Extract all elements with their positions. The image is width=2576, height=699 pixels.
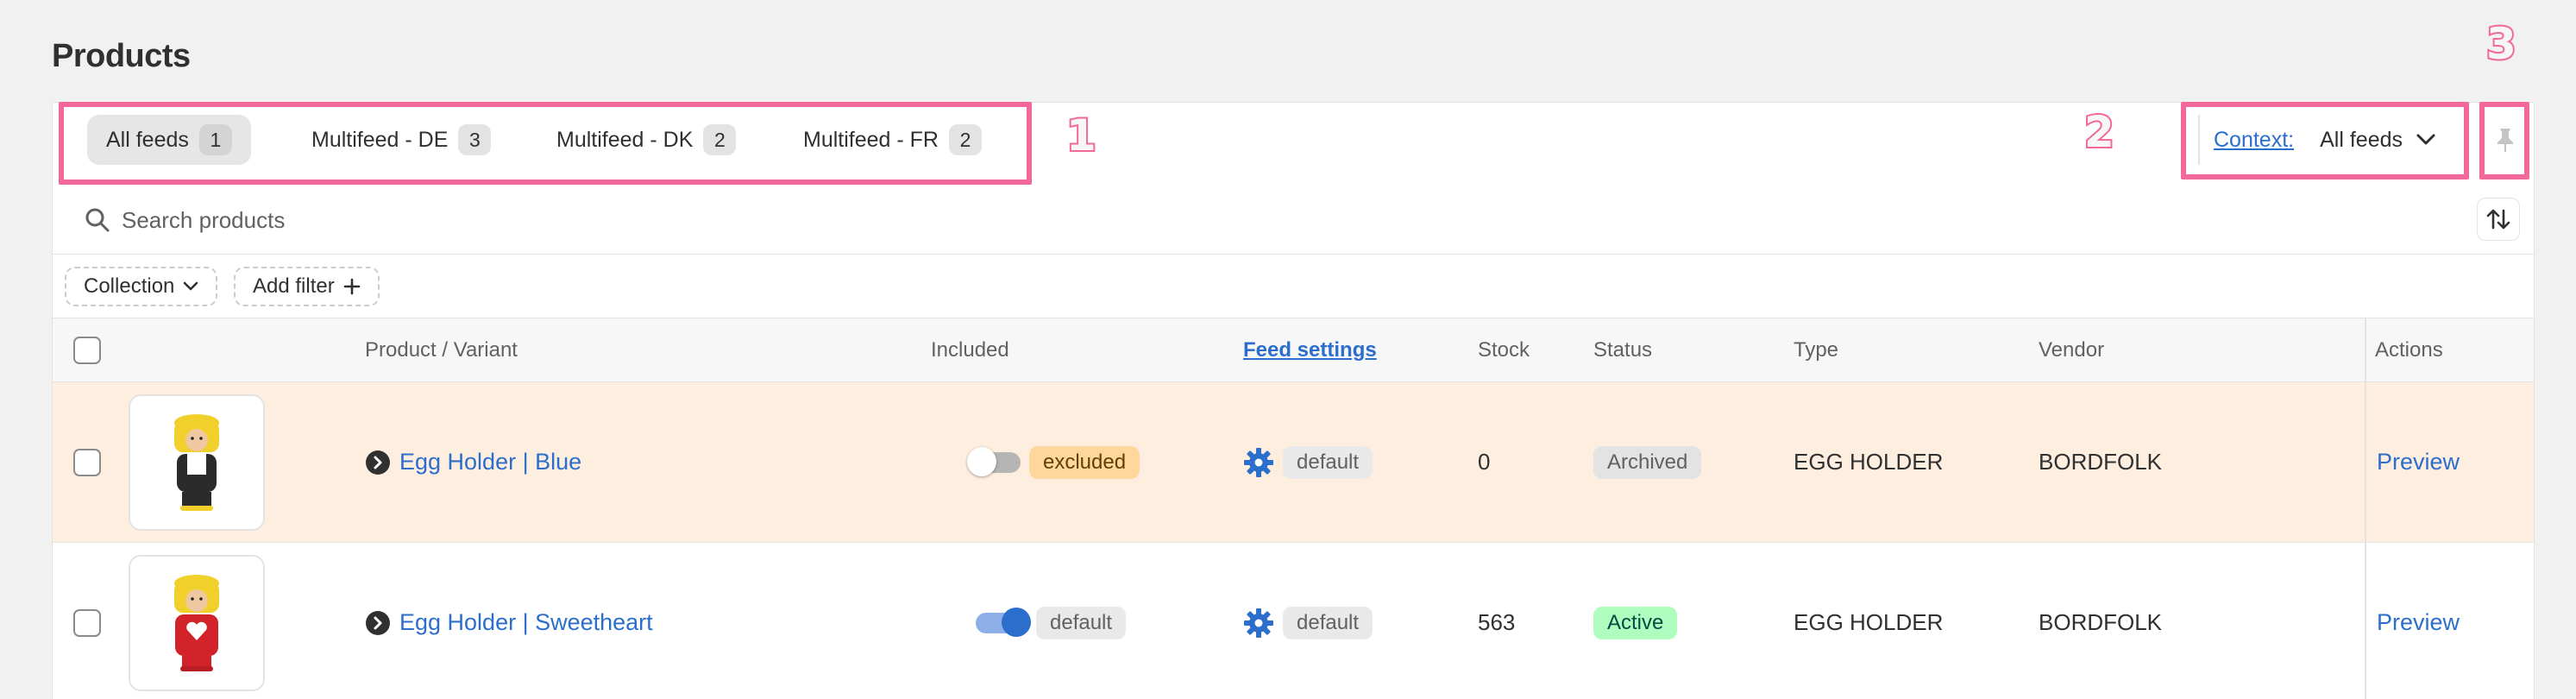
add-filter-button[interactable]: Add filter — [234, 267, 380, 306]
table-header: Product / Variant Included Feed settings… — [53, 318, 2534, 382]
chevron-down-icon — [184, 281, 198, 291]
search-row — [53, 186, 2534, 255]
search-input[interactable] — [122, 199, 2365, 241]
header-stock: Stock — [1478, 338, 1530, 362]
context-selector: Context: All feeds — [2198, 115, 2451, 165]
included-badge: default — [1036, 606, 1127, 639]
toggle-knob — [1002, 607, 1031, 637]
included-toggle[interactable] — [967, 446, 1021, 476]
preview-link[interactable]: Preview — [2377, 609, 2460, 636]
header-product: Product / Variant — [365, 338, 518, 362]
tab-multifeed-dk[interactable]: Multifeed - DK 2 — [537, 115, 755, 165]
context-link[interactable]: Context: — [2214, 128, 2294, 153]
table-row[interactable]: Egg Holder | Sweetheart default default … — [53, 543, 2534, 699]
chevron-right-circle-icon — [366, 450, 390, 475]
product-link[interactable]: Egg Holder | Blue — [365, 449, 581, 475]
tab-multifeed-fr[interactable]: Multifeed - FR 2 — [784, 115, 1001, 165]
preview-link[interactable]: Preview — [2377, 449, 2460, 475]
header-included: Included — [931, 338, 1009, 362]
tab-count: 3 — [458, 124, 492, 155]
type-value: EGG HOLDER — [1794, 449, 1944, 475]
tab-label: Multifeed - DE — [311, 127, 449, 152]
add-filter-label: Add filter — [253, 274, 335, 298]
collection-filter-label: Collection — [84, 274, 175, 298]
vendor-value: BORDFOLK — [2039, 449, 2163, 475]
tab-all-feeds[interactable]: All feeds 1 — [87, 115, 251, 165]
gear-icon[interactable] — [1243, 447, 1274, 478]
feed-setting-badge: default — [1283, 445, 1373, 479]
pin-icon — [2497, 129, 2513, 152]
chevron-down-icon — [2416, 134, 2435, 145]
product-thumbnail[interactable] — [129, 394, 265, 531]
chevron-right-circle-icon — [366, 610, 390, 635]
header-actions: Actions — [2375, 338, 2443, 362]
products-card: All feeds 1 Multifeed - DE 3 Multifeed -… — [52, 102, 2535, 699]
tab-count: 1 — [198, 124, 232, 155]
annotation-label-3: 3 — [2485, 17, 2518, 71]
product-name: Egg Holder | Blue — [399, 449, 582, 475]
status-badge: Active — [1593, 606, 1678, 639]
row-checkbox[interactable] — [73, 449, 101, 476]
page-title: Products — [52, 38, 191, 74]
stock-value: 0 — [1478, 449, 1491, 475]
stock-value: 563 — [1478, 609, 1516, 635]
feed-tabs-bar: All feeds 1 Multifeed - DE 3 Multifeed -… — [53, 103, 2534, 186]
egg-holder-image — [174, 414, 219, 511]
header-status: Status — [1593, 338, 1653, 362]
included-badge: excluded — [1029, 445, 1140, 479]
table-row[interactable]: Egg Holder | Blue excluded default 0 Arc… — [53, 382, 2534, 543]
feed-setting-badge: default — [1283, 606, 1373, 639]
actions-column-divider — [2365, 318, 2366, 699]
tab-count: 2 — [948, 124, 982, 155]
header-feed-settings[interactable]: Feed settings — [1243, 318, 1377, 382]
pin-button[interactable] — [2480, 115, 2530, 165]
select-all-checkbox[interactable] — [73, 337, 101, 364]
product-name: Egg Holder | Sweetheart — [399, 609, 653, 635]
tab-label: Multifeed - FR — [803, 127, 939, 152]
toggle-knob — [967, 446, 996, 476]
sort-icon — [2486, 209, 2510, 230]
context-dropdown[interactable]: All feeds — [2320, 128, 2435, 153]
annotation-label-2: 2 — [2083, 105, 2116, 159]
vendor-value: BORDFOLK — [2039, 609, 2163, 635]
product-thumbnail[interactable] — [129, 555, 265, 691]
tab-multifeed-de[interactable]: Multifeed - DE 3 — [292, 115, 510, 165]
row-checkbox[interactable] — [73, 609, 101, 637]
header-type: Type — [1794, 338, 1839, 362]
sort-button[interactable] — [2477, 198, 2520, 241]
header-vendor: Vendor — [2039, 338, 2105, 362]
egg-holder-image — [174, 575, 219, 671]
product-link[interactable]: Egg Holder | Sweetheart — [365, 609, 653, 636]
tab-label: Multifeed - DK — [556, 127, 694, 152]
tab-count: 2 — [703, 124, 737, 155]
context-value: All feeds — [2320, 127, 2403, 152]
included-toggle[interactable] — [976, 607, 1031, 637]
plus-icon — [343, 278, 361, 295]
filter-row: Collection Add filter — [53, 255, 2534, 318]
collection-filter[interactable]: Collection — [65, 267, 218, 306]
gear-icon[interactable] — [1243, 608, 1274, 639]
status-badge: Archived — [1593, 445, 1702, 479]
type-value: EGG HOLDER — [1794, 609, 1944, 635]
annotation-label-1: 1 — [1065, 109, 1098, 162]
search-icon — [85, 208, 110, 232]
tab-label: All feeds — [106, 127, 189, 152]
